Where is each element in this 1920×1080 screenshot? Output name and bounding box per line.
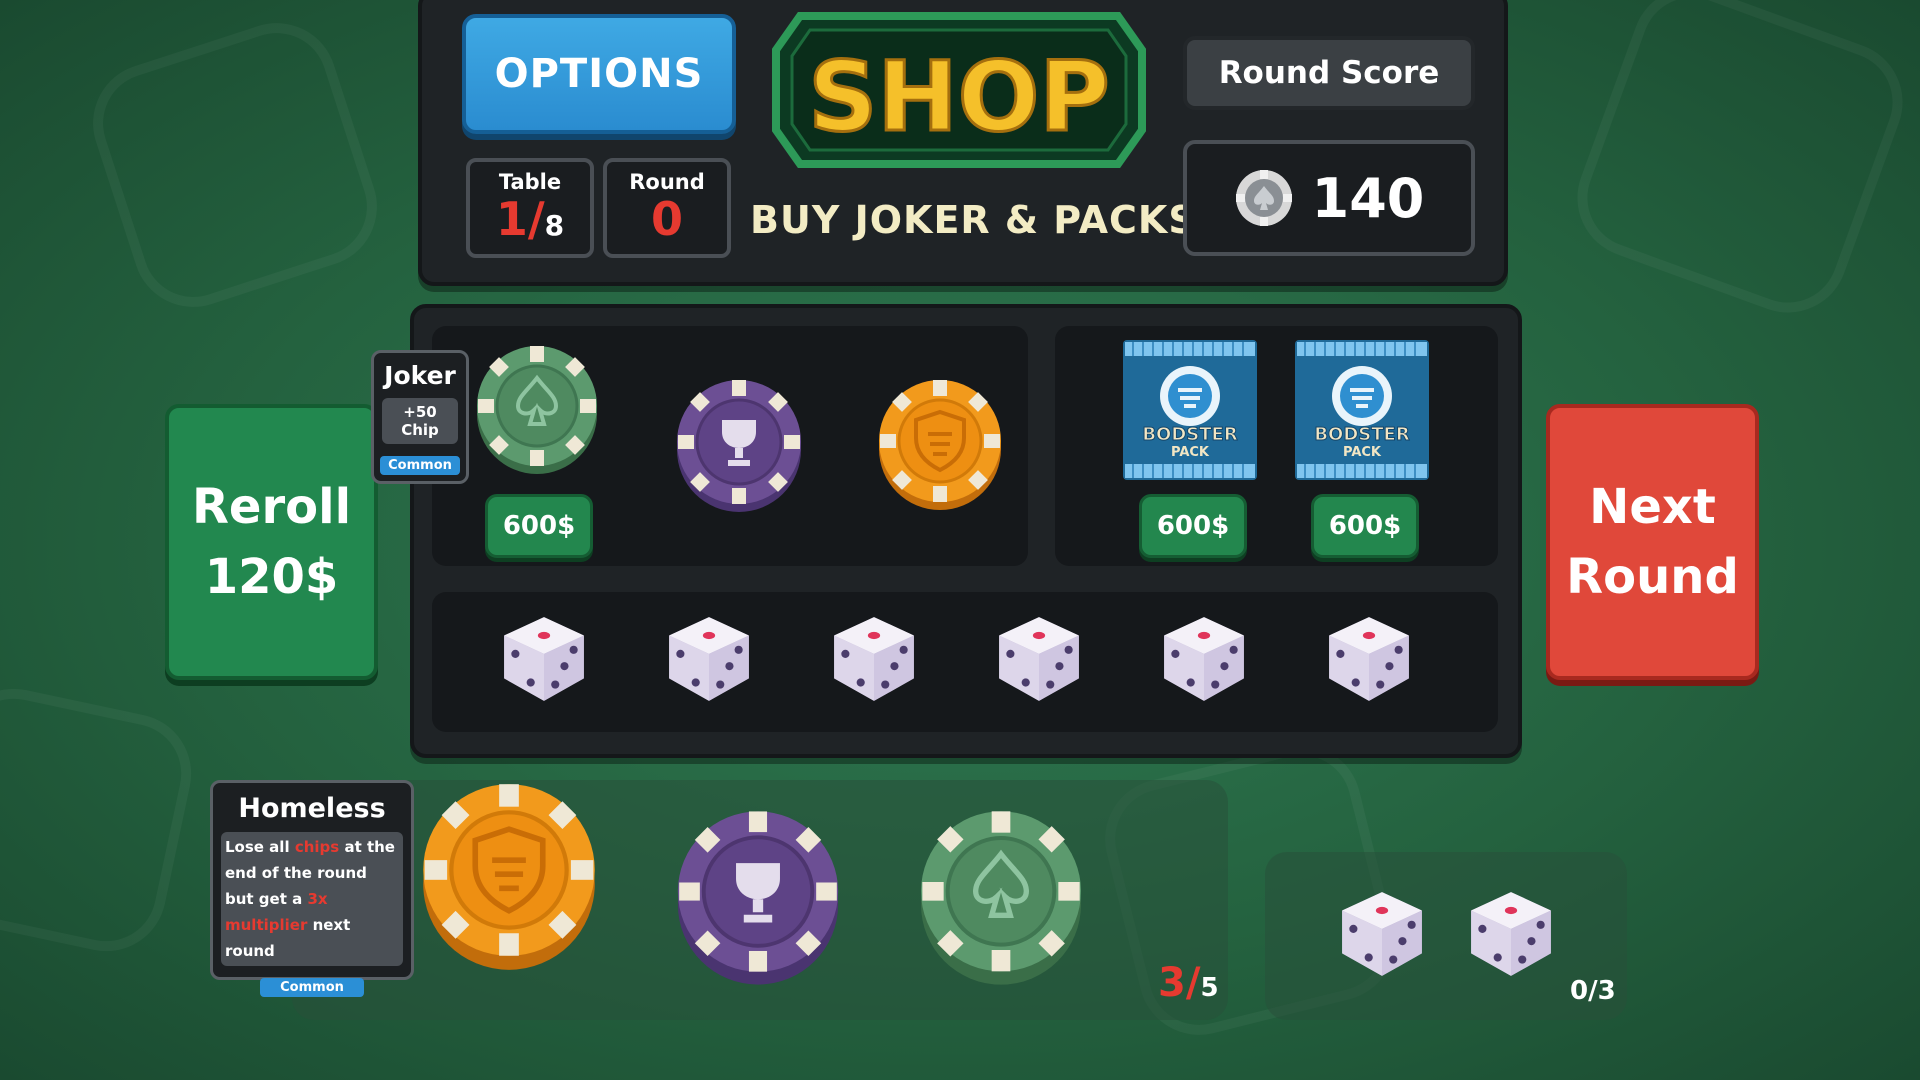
buy-pack-button[interactable]: 600$ [1139, 494, 1247, 558]
shop-title: SHOP [808, 41, 1109, 153]
round-score-label: Round Score [1183, 36, 1475, 110]
joker-tooltip-effect: +50 Chip [382, 398, 458, 444]
inventory-die[interactable] [1336, 888, 1428, 984]
dice-icon [669, 617, 749, 701]
reroll-price: 120$ [204, 549, 339, 605]
shop-chip-spade[interactable] [474, 342, 600, 478]
table-value: 1/8 [495, 192, 565, 246]
inventory-die[interactable] [1465, 888, 1557, 984]
round-score-value: 140 [1311, 166, 1425, 230]
reroll-label: Reroll [191, 479, 352, 535]
inventory-chip-shield[interactable] [419, 778, 599, 976]
booster-pack-1[interactable]: BODSTER PACK [1123, 340, 1257, 480]
booster-pack-2[interactable]: BODSTER PACK [1295, 340, 1429, 480]
inventory-chip-spade[interactable] [917, 806, 1085, 990]
background-die [0, 677, 203, 963]
next-round-label-line1: Next [1589, 479, 1716, 535]
options-button[interactable]: OPTIONS [462, 14, 736, 134]
round-score-display: 140 [1183, 140, 1475, 256]
pack-sub: PACK [1343, 445, 1382, 460]
homeless-tooltip-title: Homeless [238, 793, 386, 824]
shop-die[interactable] [663, 613, 755, 709]
homeless-tooltip-text: Lose all chips at the end of the round b… [221, 832, 403, 966]
joker-tooltip: Joker +50 Chip Common [371, 350, 469, 484]
next-round-label-line2: Round [1566, 549, 1739, 605]
dice-icon [999, 617, 1079, 701]
pack-sub: PACK [1171, 445, 1210, 460]
homeless-tooltip: Homeless Lose all chips at the end of th… [210, 780, 414, 997]
buy-chip-button[interactable]: 600$ [485, 494, 593, 558]
shop-die[interactable] [828, 613, 920, 709]
homeless-rarity-tag: Common [260, 978, 364, 997]
dice-icon [1164, 617, 1244, 701]
background-die [77, 7, 393, 323]
dice-icon [834, 617, 914, 701]
round-counter: Round 0 [603, 158, 731, 258]
pack-name: BODSTER [1314, 424, 1410, 445]
round-value: 0 [650, 192, 683, 246]
inventory-chip-trophy[interactable] [674, 806, 842, 990]
shop-subtitle: BUY JOKER & PACKS! [750, 198, 1216, 242]
table-counter: Table 1/8 [466, 158, 594, 258]
shop-die[interactable] [993, 613, 1085, 709]
table-label: Table [498, 170, 562, 194]
buy-pack-button[interactable]: 600$ [1311, 494, 1419, 558]
shop-die[interactable] [498, 613, 590, 709]
shop-die[interactable] [1323, 613, 1415, 709]
reroll-button[interactable]: Reroll 120$ [165, 404, 378, 680]
dice-icon [1471, 892, 1551, 976]
chip-slots-counter: 3/5 [1158, 960, 1219, 1006]
joker-tooltip-title: Joker [384, 361, 456, 390]
poker-chip-icon [1235, 170, 1292, 226]
next-round-button[interactable]: Next Round [1546, 404, 1759, 680]
shop-die[interactable] [1158, 613, 1250, 709]
joker-rarity-tag: Common [380, 456, 460, 475]
dice-icon [1342, 892, 1422, 976]
round-label: Round [629, 170, 705, 194]
dice-icon [1329, 617, 1409, 701]
pack-name: BODSTER [1142, 424, 1238, 445]
shop-sign: SHOP [772, 12, 1146, 168]
shop-chip-trophy[interactable] [674, 376, 804, 516]
dice-slots-counter: 0/3 [1570, 976, 1616, 1006]
shop-chip-shield[interactable] [876, 376, 1004, 514]
packs-shelf [1055, 326, 1498, 566]
dice-icon [504, 617, 584, 701]
background-die [1560, 0, 1920, 330]
